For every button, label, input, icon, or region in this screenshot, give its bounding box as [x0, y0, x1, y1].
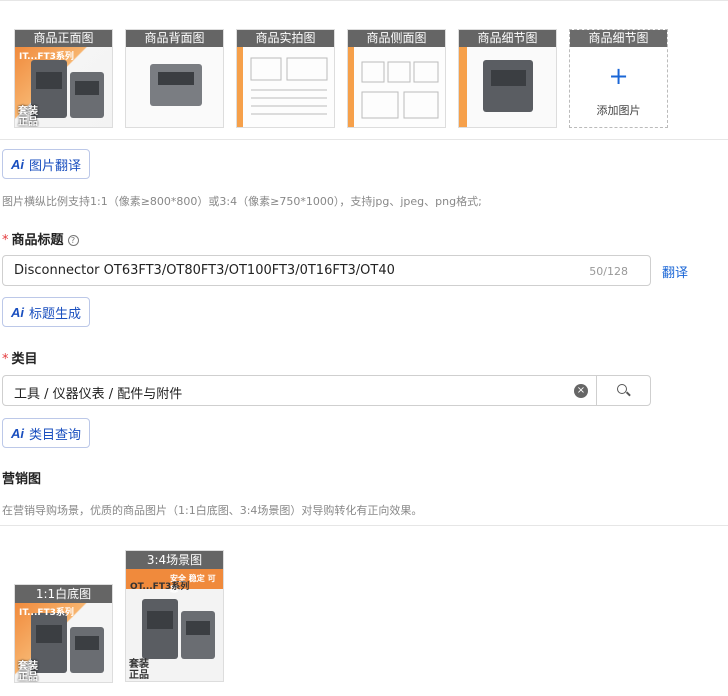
image-caption: 商品侧面图 — [348, 30, 445, 47]
product-title-value: Disconnector OT63FT3/OT80FT3/OT100FT3/0T… — [14, 263, 395, 278]
product-device-image — [70, 72, 104, 118]
category-value: 工具 / 仪器仪表 / 配件与附件 — [14, 387, 183, 402]
image-back[interactable]: 商品背面图 — [125, 29, 224, 128]
category-select[interactable]: 工具 / 仪器仪表 / 配件与附件 × — [2, 375, 651, 406]
image-requirements-hint: 图片横纵比例支持1:1（像素≥800*800）或3:4（像素≥750*1000）… — [2, 195, 482, 208]
image-caption: 商品正面图 — [15, 30, 112, 47]
product-images-panel: IT...FT3系列 套装 正品 商品正面图 商品背面图 商品实拍图 商品侧面图… — [0, 0, 728, 140]
image-overlay-badge: 套装 正品 — [129, 659, 149, 681]
image-side[interactable]: 商品侧面图 — [347, 29, 446, 128]
drawing-lines-image — [250, 57, 328, 115]
marketing-images-label: 营销图 — [2, 472, 42, 487]
product-device-image — [142, 599, 178, 659]
search-icon-handle — [626, 391, 631, 397]
category-label-text: 类目 — [11, 352, 38, 367]
ai-icon: Ai — [11, 304, 24, 320]
image-overlay-text: OT...FT3系列 — [130, 582, 190, 592]
marketing-images-hint: 在营销导购场景，优质的商品图片（1:1白底图、3:4场景图）对导购转化有正向效果… — [2, 504, 423, 517]
marketing-white-bg-image[interactable]: IT...FT3系列 套装 正品 1:1白底图 — [14, 584, 113, 683]
image-caption: 3:4场景图 — [126, 551, 223, 569]
add-image-button[interactable]: 商品细节图 + 添加图片 — [569, 29, 668, 128]
image-overlay-badge: 套装 正品 — [18, 661, 38, 683]
title-char-count: 50/128 — [589, 265, 628, 278]
image-caption: 商品背面图 — [126, 30, 223, 47]
image-caption: 商品实拍图 — [237, 30, 334, 47]
category-label: * 类目 — [2, 348, 38, 367]
ai-image-translate-label: 图片翻译 — [29, 158, 82, 174]
image-real-shot[interactable]: 商品实拍图 — [236, 29, 335, 128]
product-device-image — [150, 64, 202, 106]
product-device-image — [70, 627, 104, 673]
plus-icon: + — [608, 62, 629, 90]
category-search-button[interactable] — [596, 376, 650, 405]
product-device-image — [483, 60, 533, 112]
image-front[interactable]: IT...FT3系列 套装 正品 商品正面图 — [14, 29, 113, 128]
ai-title-generate-label: 标题生成 — [29, 306, 82, 322]
add-image-label: 添加图片 — [596, 104, 641, 117]
image-overlay-badge: 套装 正品 — [18, 106, 38, 128]
title-translate-link[interactable]: 翻译 — [662, 262, 688, 281]
image-caption: 商品细节图 — [570, 30, 667, 47]
clear-icon[interactable]: × — [574, 384, 588, 398]
ai-image-translate-button[interactable]: Ai 图片翻译 — [2, 149, 91, 179]
drawing-lines-image — [361, 61, 439, 119]
ai-category-query-button[interactable]: Ai 类目查询 — [2, 418, 91, 448]
marketing-scene-image[interactable]: 安全 稳定 可靠 OT...FT3系列 套装 正品 3:4场景图 — [125, 550, 224, 682]
product-device-image — [181, 611, 215, 659]
image-overlay-text: IT...FT3系列 — [19, 608, 74, 618]
required-asterisk: * — [2, 233, 9, 248]
ai-icon: Ai — [11, 425, 24, 441]
image-caption: 商品细节图 — [459, 30, 556, 47]
product-title-label-text: 商品标题 — [11, 233, 64, 248]
help-icon[interactable]: ? — [67, 235, 79, 246]
ai-category-query-label: 类目查询 — [29, 427, 82, 443]
image-caption: 1:1白底图 — [15, 585, 112, 603]
marketing-images-panel: IT...FT3系列 套装 正品 1:1白底图 安全 稳定 可靠 OT...FT… — [0, 525, 728, 696]
image-overlay-text: IT...FT3系列 — [19, 52, 74, 62]
ai-icon: Ai — [11, 156, 24, 172]
product-title-label: * 商品标题? — [2, 229, 79, 248]
required-asterisk: * — [2, 352, 9, 367]
ai-title-generate-button[interactable]: Ai 标题生成 — [2, 297, 91, 327]
image-detail[interactable]: 商品细节图 — [458, 29, 557, 128]
product-title-input[interactable]: Disconnector OT63FT3/OT80FT3/OT100FT3/0T… — [2, 255, 651, 286]
